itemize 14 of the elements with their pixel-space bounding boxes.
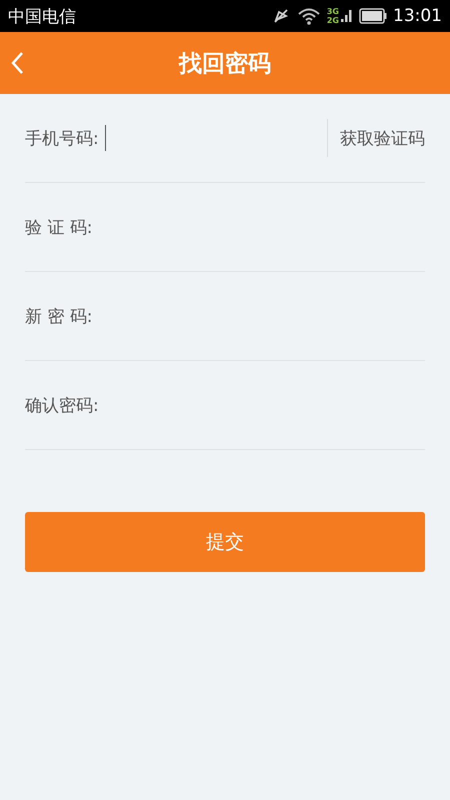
clock-time: 13:01 <box>393 6 442 26</box>
field-label: 手机号码: <box>25 128 99 150</box>
page-title: 找回密码 <box>179 50 271 78</box>
get-code-button[interactable]: 获取验证码 <box>340 126 425 150</box>
network-type: 3G <box>326 7 339 16</box>
back-icon <box>10 51 24 75</box>
field-label: 确认密码: <box>25 394 99 416</box>
carrier-name: 中国电信 <box>8 6 77 28</box>
battery-icon <box>359 8 387 24</box>
field-label: 新 密 码: <box>25 306 93 328</box>
wifi-icon <box>296 6 321 26</box>
field-label: 验 证 码: <box>25 216 93 238</box>
network-type: 2G <box>326 16 339 25</box>
signal-icon <box>341 7 353 25</box>
